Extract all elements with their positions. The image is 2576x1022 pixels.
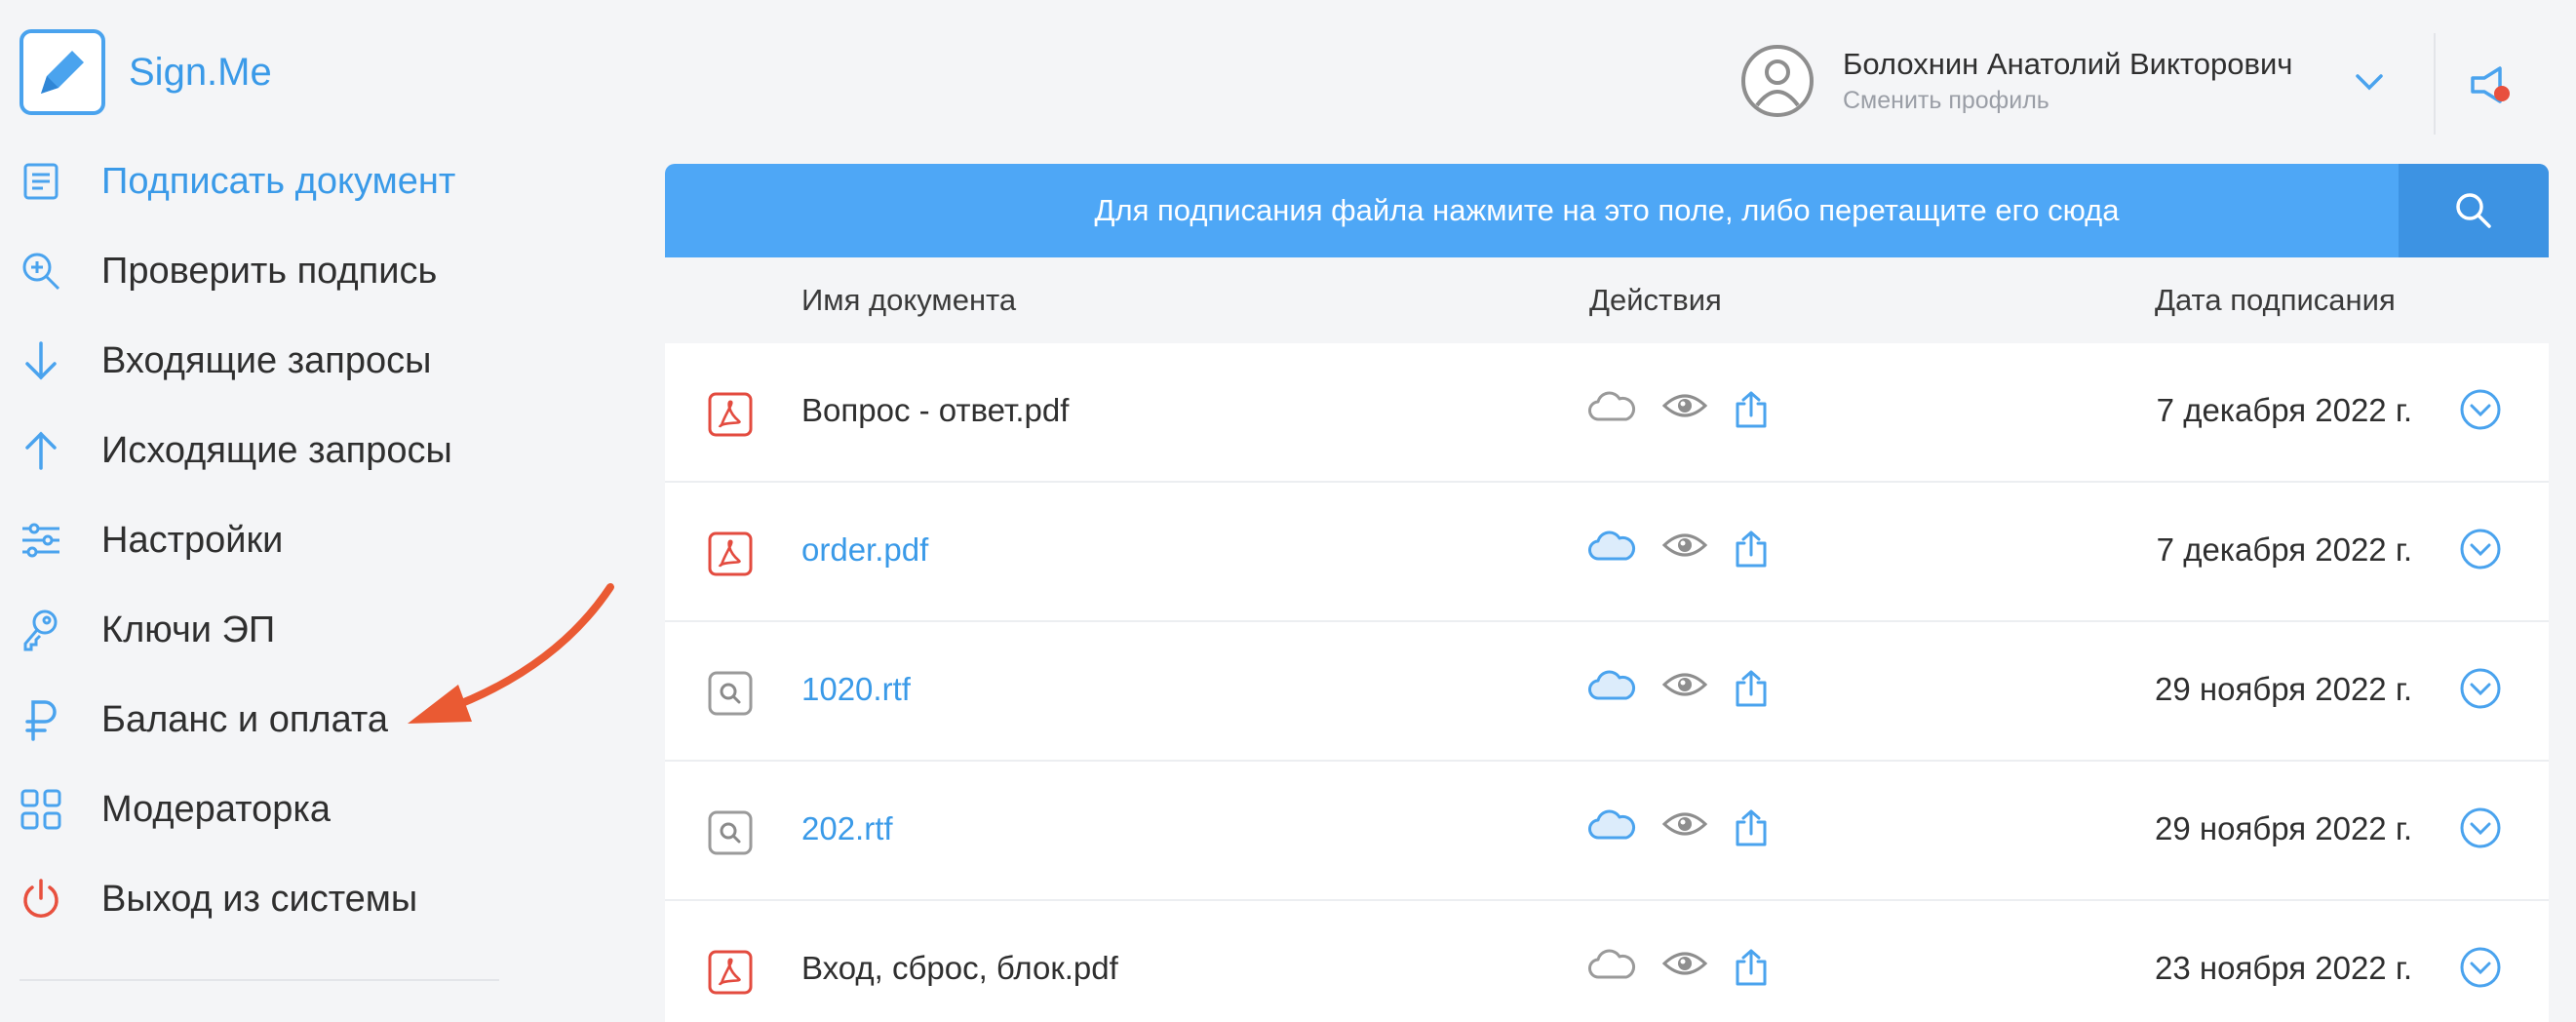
search-button[interactable] xyxy=(2399,164,2549,257)
signed-date: 7 декабря 2022 г. xyxy=(2156,531,2412,568)
sidebar-item-label: Модераторка xyxy=(101,788,331,830)
table-row[interactable]: 202.rtf 29 ноября 2022 г. xyxy=(665,762,2549,901)
sidebar-item-label: Подписать документ xyxy=(101,160,456,202)
cloud-icon[interactable] xyxy=(1587,669,1636,707)
sidebar-item-label: Выход из системы xyxy=(101,878,418,920)
sidebar: Sign.Me Подписать документ Проверить под… xyxy=(0,0,546,1022)
rtf-file-icon xyxy=(708,671,753,721)
document-name[interactable]: order.pdf xyxy=(801,531,928,569)
signed-date: 7 декабря 2022 г. xyxy=(2156,392,2412,428)
megaphone-icon[interactable] xyxy=(2467,64,2514,107)
sidebar-item-verify-signature[interactable]: Проверить подпись xyxy=(0,226,546,316)
sidebar-item-settings[interactable]: Настройки xyxy=(0,495,546,585)
share-icon[interactable] xyxy=(1734,390,1769,434)
share-icon[interactable] xyxy=(1734,808,1769,852)
signed-date: 29 ноября 2022 г. xyxy=(2155,810,2412,846)
eye-icon[interactable] xyxy=(1661,808,1708,845)
document-icon xyxy=(20,160,62,203)
search-icon xyxy=(2456,193,2491,228)
sidebar-item-sign-document[interactable]: Подписать документ xyxy=(0,137,546,226)
table-row[interactable]: Вопрос - ответ.pdf 7 декабря 2022 г. xyxy=(665,343,2549,483)
pdf-file-icon xyxy=(708,950,753,1000)
annotation-arrow-icon xyxy=(408,583,614,724)
sidebar-item-moderation[interactable]: Модераторка xyxy=(0,765,546,854)
grid-icon xyxy=(20,788,62,831)
eye-icon[interactable] xyxy=(1661,390,1708,426)
sidebar-item-outgoing-requests[interactable]: Исходящие запросы xyxy=(0,406,546,495)
sidebar-item-label: Входящие запросы xyxy=(101,339,432,381)
arrow-up-icon xyxy=(20,429,62,472)
cloud-icon[interactable] xyxy=(1587,530,1636,568)
document-name[interactable]: 1020.rtf xyxy=(801,671,911,708)
profile-switcher[interactable]: Болохнин Анатолий Викторович Сменить про… xyxy=(1741,45,2292,117)
sidebar-item-label: Настройки xyxy=(101,519,284,561)
zoom-in-icon xyxy=(20,250,62,293)
signed-date: 23 ноября 2022 г. xyxy=(2155,950,2412,986)
document-name[interactable]: Вопрос - ответ.pdf xyxy=(801,392,1069,429)
table-row[interactable]: 1020.rtf 29 ноября 2022 г. xyxy=(665,622,2549,762)
signed-date: 29 ноября 2022 г. xyxy=(2155,671,2412,707)
pen-icon xyxy=(20,29,105,115)
key-icon xyxy=(20,609,62,651)
pdf-file-icon xyxy=(708,392,753,442)
switch-profile-link[interactable]: Сменить профиль xyxy=(1843,87,2292,115)
sidebar-item-label: Проверить подпись xyxy=(101,250,438,292)
expand-row-icon[interactable] xyxy=(2459,388,2502,436)
cloud-icon[interactable] xyxy=(1587,948,1636,986)
eye-icon[interactable] xyxy=(1661,948,1708,984)
sidebar-item-logout[interactable]: Выход из системы xyxy=(0,854,546,944)
sidebar-item-label: Баланс и оплата xyxy=(101,698,388,740)
eye-icon[interactable] xyxy=(1661,669,1708,705)
column-header-actions: Действия xyxy=(1589,283,1722,317)
expand-row-icon[interactable] xyxy=(2459,806,2502,854)
avatar-icon xyxy=(1741,45,1814,117)
pdf-file-icon xyxy=(708,531,753,581)
eye-icon[interactable] xyxy=(1661,530,1708,566)
document-name[interactable]: 202.rtf xyxy=(801,810,893,847)
share-icon[interactable] xyxy=(1734,669,1769,713)
documents-panel: Для подписания файла нажмите на это поле… xyxy=(665,164,2549,1022)
rtf-file-icon xyxy=(708,810,753,860)
sidebar-nav: Подписать документ Проверить подпись Вхо… xyxy=(0,137,546,944)
power-icon xyxy=(20,878,62,921)
cloud-icon[interactable] xyxy=(1587,390,1636,428)
documents-table: Вопрос - ответ.pdf 7 декабря 2022 г. ord… xyxy=(665,343,2549,1022)
document-name[interactable]: Вход, сброс, блок.pdf xyxy=(801,950,1118,987)
table-row[interactable]: Вход, сброс, блок.pdf 23 ноября 2022 г. xyxy=(665,901,2549,1022)
expand-row-icon[interactable] xyxy=(2459,667,2502,715)
header-divider xyxy=(2434,33,2436,135)
sidebar-item-label: Исходящие запросы xyxy=(101,429,452,471)
sidebar-item-incoming-requests[interactable]: Входящие запросы xyxy=(0,316,546,406)
brand-name: Sign.Me xyxy=(129,50,272,94)
ruble-icon xyxy=(20,698,62,741)
sliders-icon xyxy=(20,519,62,562)
expand-row-icon[interactable] xyxy=(2459,946,2502,994)
expand-row-icon[interactable] xyxy=(2459,528,2502,575)
column-header-name[interactable]: Имя документа xyxy=(801,283,1016,318)
sidebar-divider xyxy=(20,979,499,981)
share-icon[interactable] xyxy=(1734,948,1769,992)
dropzone-text: Для подписания файла нажмите на это поле… xyxy=(1094,193,2120,227)
chevron-down-icon[interactable] xyxy=(2352,70,2387,94)
table-header: Имя документа Действия Дата подписания xyxy=(665,257,2549,343)
arrow-down-icon xyxy=(20,339,62,382)
share-icon[interactable] xyxy=(1734,530,1769,573)
upload-dropzone[interactable]: Для подписания файла нажмите на это поле… xyxy=(665,164,2549,257)
column-header-date[interactable]: Дата подписания xyxy=(2155,283,2396,318)
profile-name: Болохнин Анатолий Викторович xyxy=(1843,46,2293,81)
sidebar-item-label: Ключи ЭП xyxy=(101,609,276,650)
brand-logo[interactable]: Sign.Me xyxy=(20,29,272,115)
cloud-icon[interactable] xyxy=(1587,808,1636,846)
table-row[interactable]: order.pdf 7 декабря 2022 г. xyxy=(665,483,2549,622)
